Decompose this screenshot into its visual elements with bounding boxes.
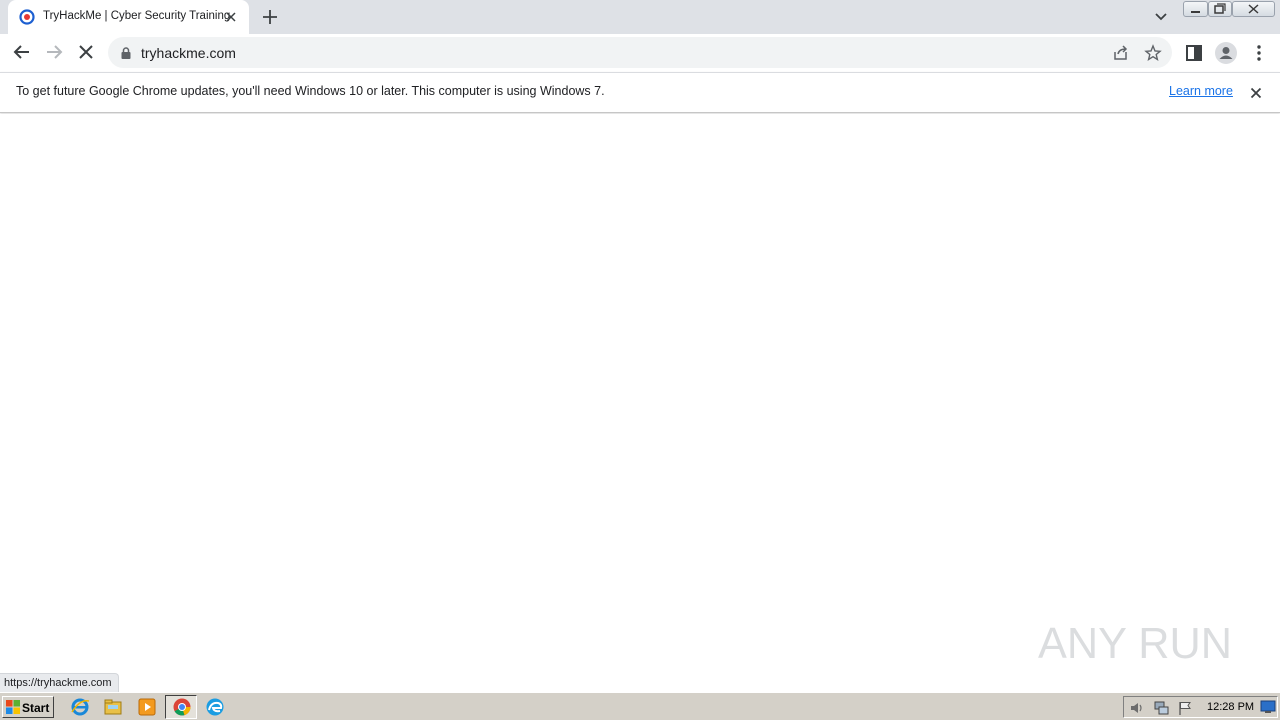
tryhackme-favicon-icon [19, 9, 35, 25]
status-url-bubble: https://tryhackme.com [0, 673, 119, 692]
network-icon[interactable] [1153, 700, 1169, 716]
media-player-icon[interactable] [137, 697, 157, 717]
menu-kebab-icon[interactable] [1247, 41, 1271, 65]
windows-logo-icon [6, 700, 20, 714]
window-controls [1183, 0, 1275, 18]
internet-explorer-icon[interactable] [70, 697, 90, 717]
side-panel-icon[interactable] [1182, 41, 1206, 65]
stop-loading-icon[interactable] [74, 40, 98, 64]
toolbar: tryhackme.com [0, 34, 1280, 72]
tab-title: TryHackMe | Cyber Security Training [43, 10, 231, 22]
new-tab-button[interactable] [259, 6, 281, 28]
system-tray: 12:28 PM [1123, 696, 1278, 718]
close-window-button[interactable] [1232, 1, 1275, 17]
start-button[interactable]: Start [2, 696, 54, 718]
close-tab-icon[interactable] [222, 8, 240, 26]
taskbar: Start 12:28 PM [0, 692, 1280, 720]
restore-icon [1214, 3, 1226, 14]
show-desktop-icon[interactable] [1260, 700, 1276, 714]
close-icon[interactable] [1247, 84, 1265, 102]
svg-text:ANY RUN: ANY RUN [1038, 619, 1232, 668]
tab-tryhackme[interactable]: TryHackMe | Cyber Security Training [8, 0, 249, 34]
chrome-taskbar-button[interactable] [165, 695, 197, 719]
infobar-message: To get future Google Chrome updates, you… [16, 84, 605, 98]
minimize-icon [1191, 11, 1200, 13]
action-center-flag-icon[interactable] [1177, 700, 1193, 716]
lock-icon[interactable] [120, 46, 132, 60]
chevron-down-icon[interactable] [1151, 8, 1171, 26]
learn-more-link[interactable]: Learn more [1169, 84, 1233, 98]
back-icon[interactable] [10, 40, 34, 64]
update-infobar: To get future Google Chrome updates, you… [0, 72, 1280, 113]
clock[interactable]: 12:28 PM [1207, 701, 1254, 713]
start-label: Start [22, 701, 50, 715]
volume-icon[interactable] [1129, 700, 1145, 716]
share-icon[interactable] [1112, 44, 1130, 62]
url-text[interactable]: tryhackme.com [141, 45, 236, 61]
profile-avatar-icon[interactable] [1214, 41, 1238, 65]
forward-icon[interactable] [42, 40, 66, 64]
bookmark-star-icon[interactable] [1144, 44, 1162, 62]
file-explorer-icon[interactable] [103, 697, 123, 717]
chrome-icon [173, 698, 191, 716]
tab-strip: TryHackMe | Cyber Security Training [0, 0, 1280, 34]
edge-icon[interactable] [205, 697, 225, 717]
close-icon [1248, 4, 1259, 14]
minimize-button[interactable] [1183, 1, 1208, 17]
address-bar[interactable]: tryhackme.com [108, 37, 1172, 68]
restore-button[interactable] [1208, 1, 1232, 17]
anyrun-watermark: ANY RUN [1038, 619, 1232, 668]
